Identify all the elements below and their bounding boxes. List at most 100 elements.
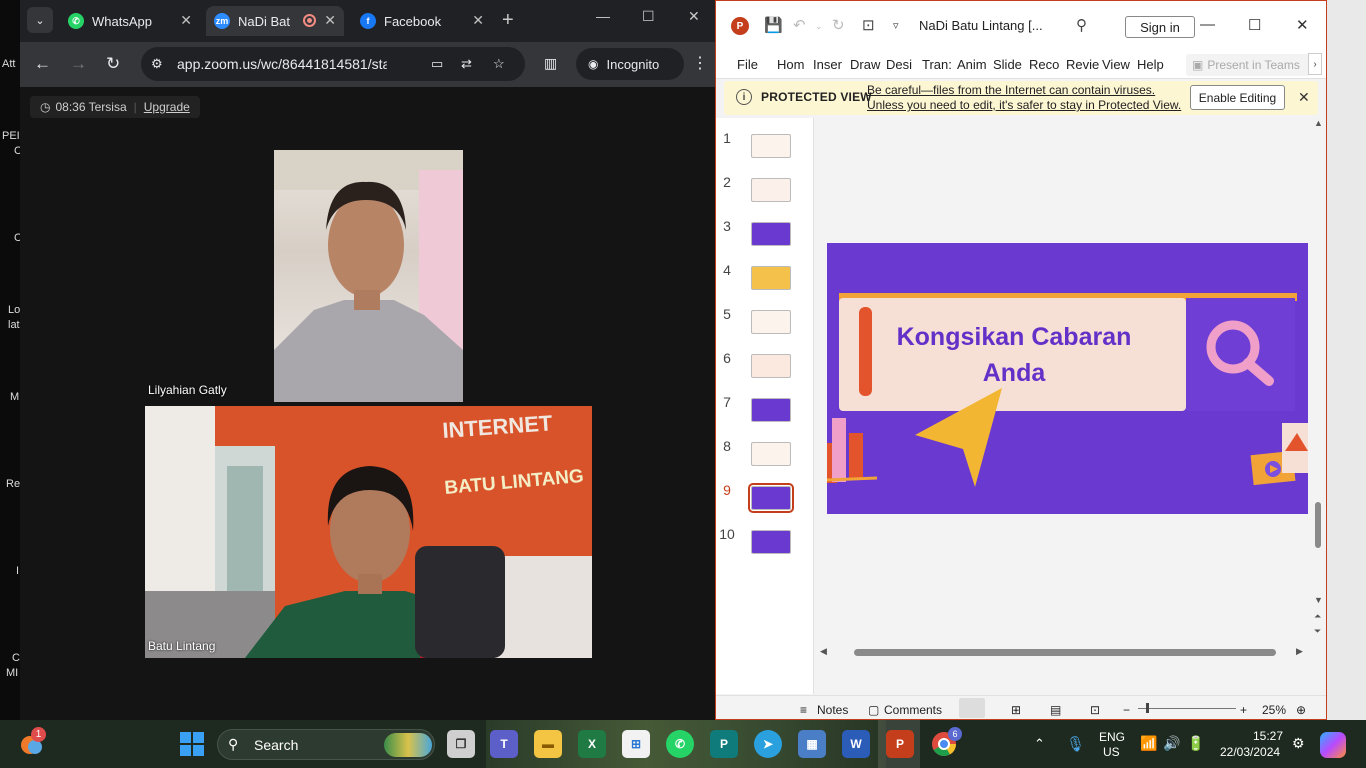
url-text[interactable]: app.zoom.us/wc/86441814581/start?f...	[177, 56, 387, 72]
desktop-label[interactable]: I	[16, 565, 19, 577]
tab-search-button[interactable]: ⌄	[27, 7, 53, 33]
save-icon[interactable]: 💾	[764, 16, 783, 34]
reload-button[interactable]: ↻	[106, 54, 120, 74]
word-app-icon[interactable]: W	[842, 730, 870, 758]
ribbon-tab-file[interactable]: File	[737, 57, 758, 72]
tab-facebook[interactable]: f Facebook ✕	[352, 6, 492, 36]
slide-thumbnail-10[interactable]	[751, 530, 791, 554]
settings-gear-icon[interactable]: ⚙	[1292, 735, 1305, 752]
enable-editing-button[interactable]: Enable Editing	[1190, 85, 1285, 110]
desktop-label[interactable]: Att	[2, 58, 15, 70]
taskbar-search-box[interactable]: ⚲ Search	[217, 729, 435, 760]
slide-thumbnail-8[interactable]	[751, 442, 791, 466]
store-app-icon[interactable]: ⊞	[622, 730, 650, 758]
close-icon[interactable]: ✕	[1298, 89, 1310, 106]
desktop-label[interactable]: Lo	[8, 304, 20, 316]
tab-zoom[interactable]: zm NaDi Batu ✕	[206, 6, 344, 36]
desktop-label[interactable]: MI	[6, 667, 18, 679]
ribbon-tab-design[interactable]: Desi	[886, 57, 912, 72]
ribbon-scroll-right-icon[interactable]: ›	[1308, 53, 1322, 75]
language-code[interactable]: ENG	[1099, 730, 1125, 744]
participant-video-2[interactable]: INTERNET BATU LINTANG	[145, 406, 592, 658]
current-slide[interactable]: Kongsikan Cabaran Anda	[827, 243, 1308, 514]
scroll-right-icon[interactable]: ▶	[1296, 646, 1303, 657]
wifi-icon[interactable]: 📶	[1140, 735, 1157, 752]
scroll-thumb[interactable]	[1315, 502, 1321, 548]
slide-thumbnail-7[interactable]	[751, 398, 791, 422]
slideshow-view-icon[interactable]: ⊡	[1090, 703, 1100, 717]
tab-whatsapp[interactable]: ✆ WhatsApp ✕	[60, 6, 200, 36]
telegram-app-icon[interactable]: ➤	[754, 730, 782, 758]
ribbon-tab-review[interactable]: Revie	[1066, 57, 1099, 72]
teams-app-icon[interactable]: T	[490, 730, 518, 758]
clock-date[interactable]: 22/03/2024	[1220, 745, 1280, 759]
slide-title-text[interactable]: Kongsikan Cabaran Anda	[891, 319, 1137, 391]
vertical-scrollbar[interactable]: ▲ ▼ ⏶ ⏷	[1312, 118, 1326, 643]
microphone-icon[interactable]: 🎙	[1066, 735, 1085, 753]
slide-thumbnail-9[interactable]	[748, 483, 794, 513]
protected-view-line1[interactable]: Be careful—files from the Internet can c…	[867, 83, 1181, 98]
minimize-button[interactable]: —	[596, 8, 610, 24]
close-icon[interactable]: ✕	[324, 12, 336, 29]
notes-icon[interactable]: ≡	[800, 703, 807, 717]
translate-icon[interactable]: ⇄	[461, 56, 472, 72]
maximize-button[interactable]: ☐	[642, 8, 655, 25]
zoom-out-icon[interactable]: −	[1123, 703, 1130, 717]
whatsapp-app-icon[interactable]: ✆	[666, 730, 694, 758]
sign-in-button[interactable]: Sign in	[1125, 16, 1195, 38]
customize-toolbar-icon[interactable]: ▿	[893, 19, 899, 32]
chrome-menu-icon[interactable]: ⋮	[692, 53, 708, 73]
clock-time[interactable]: 15:27	[1253, 729, 1283, 743]
slide-thumbnail-2[interactable]	[751, 178, 791, 202]
ribbon-tab-insert[interactable]: Inser	[813, 57, 842, 72]
close-icon[interactable]: ✕	[180, 12, 192, 29]
copilot-icon[interactable]	[1320, 732, 1346, 758]
slide-thumbnail-4[interactable]	[751, 266, 791, 290]
forward-button[interactable]: →	[70, 54, 87, 74]
slide-sorter-icon[interactable]: ⊞	[1011, 703, 1021, 717]
zoom-in-icon[interactable]: +	[1240, 703, 1247, 717]
zoom-slider[interactable]	[1138, 708, 1236, 709]
publisher-app-icon[interactable]: P	[710, 730, 738, 758]
undo-dropdown-icon[interactable]: ⌄	[815, 21, 823, 32]
close-window-button[interactable]: ✕	[1296, 16, 1309, 34]
region-code[interactable]: US	[1103, 745, 1120, 759]
ribbon-tab-view[interactable]: View	[1102, 57, 1130, 72]
maximize-button[interactable]: ☐	[1248, 16, 1261, 34]
calculator-app-icon[interactable]: ▦	[798, 730, 826, 758]
slide-thumbnail-6[interactable]	[751, 354, 791, 378]
previous-slide-icon[interactable]: ⏶	[1314, 611, 1321, 622]
desktop-label[interactable]: lat	[8, 319, 20, 331]
undo-icon[interactable]: ↶	[793, 16, 806, 34]
back-button[interactable]: ←	[34, 54, 51, 74]
desktop-label[interactable]: M	[10, 391, 19, 403]
desktop-label[interactable]: Re	[6, 478, 20, 490]
next-slide-icon[interactable]: ⏷	[1314, 626, 1321, 637]
redo-icon[interactable]: ↻	[832, 16, 845, 34]
powerpoint-app-icon[interactable]: P	[886, 730, 914, 758]
scroll-up-icon[interactable]: ▲	[1314, 118, 1323, 128]
camera-icon[interactable]: ▭	[431, 56, 443, 72]
ribbon-tab-draw[interactable]: Draw	[850, 57, 880, 72]
participant-video-1[interactable]	[274, 150, 463, 402]
comments-icon[interactable]: ▢	[868, 703, 879, 717]
minimize-button[interactable]: —	[1200, 16, 1215, 33]
file-explorer-icon[interactable]: ▬	[534, 730, 562, 758]
scroll-down-icon[interactable]: ▼	[1314, 595, 1323, 605]
zoom-level[interactable]: 25%	[1262, 703, 1286, 717]
slide-thumbnail-5[interactable]	[751, 310, 791, 334]
scroll-thumb[interactable]	[854, 649, 1276, 656]
address-bar[interactable]: ⚙ app.zoom.us/wc/86441814581/start?f... …	[141, 47, 525, 81]
incognito-badge[interactable]: ◉ Incognito	[576, 48, 684, 80]
ribbon-tab-slideshow[interactable]: Slide	[993, 57, 1022, 72]
upgrade-link[interactable]: Upgrade	[144, 100, 190, 114]
horizontal-scrollbar[interactable]: ◀ ▶	[814, 643, 1326, 661]
ribbon-tab-animations[interactable]: Anim	[957, 57, 987, 72]
site-info-icon[interactable]: ⚙	[151, 56, 163, 72]
scroll-left-icon[interactable]: ◀	[820, 646, 827, 657]
slide-thumbnail-1[interactable]	[751, 134, 791, 158]
slide-thumbnail-3[interactable]	[751, 222, 791, 246]
comments-button[interactable]: Comments	[884, 703, 942, 717]
new-tab-button[interactable]: +	[502, 9, 514, 32]
volume-icon[interactable]: 🔊	[1163, 735, 1180, 752]
